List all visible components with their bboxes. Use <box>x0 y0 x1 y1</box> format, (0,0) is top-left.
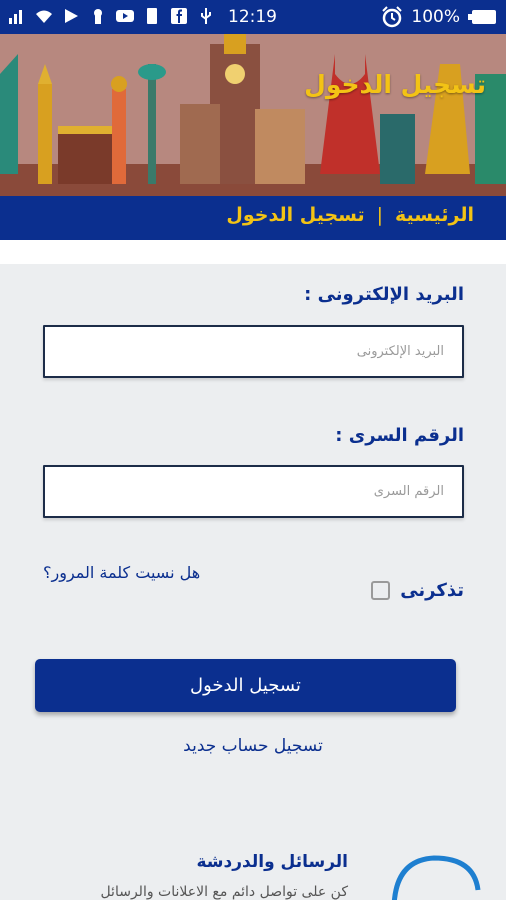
register-link[interactable]: تسجيل حساب جديد <box>0 736 506 756</box>
forgot-password-link[interactable]: هل نسيت كلمة المرور؟ <box>43 563 200 582</box>
content-top-spacer <box>0 240 506 264</box>
breadcrumb: الرئيسية | تسجيل الدخول <box>0 196 506 240</box>
password-label: الرقم السرى : <box>335 425 464 446</box>
chat-bubble-icon <box>391 855 481 900</box>
email-label: البريد الإلكترونى : <box>304 284 464 305</box>
battery-icon <box>468 10 496 24</box>
sim-icon <box>147 8 157 24</box>
remember-me-checkbox[interactable] <box>371 581 391 600</box>
email-field <box>43 325 464 378</box>
breadcrumb-home-link[interactable]: الرئيسية <box>395 204 474 226</box>
login-button[interactable]: تسجيل الدخول <box>35 659 456 712</box>
facebook-icon <box>171 8 187 24</box>
remember-me-label: تذكرنى <box>400 580 464 601</box>
wifi-icon <box>36 10 52 23</box>
signal-icon <box>9 10 22 24</box>
alarm-icon <box>382 6 403 28</box>
breadcrumb-separator: | <box>376 204 384 226</box>
notification-icons <box>8 7 215 25</box>
usb-icon <box>201 8 211 24</box>
status-bar: 12:19 100% <box>0 0 506 34</box>
password-field <box>43 465 464 518</box>
page-title: تسجيل الدخول <box>304 70 486 99</box>
clock: 12:19 <box>228 7 277 27</box>
keyhole-icon <box>94 9 102 24</box>
play-store-icon <box>65 9 78 23</box>
remember-me[interactable]: تذكرنى <box>371 580 464 601</box>
breadcrumb-current: تسجيل الدخول <box>226 204 365 226</box>
skyline-illustration <box>0 34 506 196</box>
system-icons: 100% <box>381 6 498 28</box>
header-banner: تسجيل الدخول <box>0 34 506 196</box>
battery-percent: 100% <box>411 7 460 27</box>
messages-title: الرسائل والدردشة <box>196 852 349 872</box>
youtube-icon <box>116 10 134 22</box>
password-input[interactable] <box>45 467 462 516</box>
messages-description: كن على تواصل دائم مع الاعلانات والرسائل <box>100 884 348 900</box>
email-input[interactable] <box>45 327 462 376</box>
